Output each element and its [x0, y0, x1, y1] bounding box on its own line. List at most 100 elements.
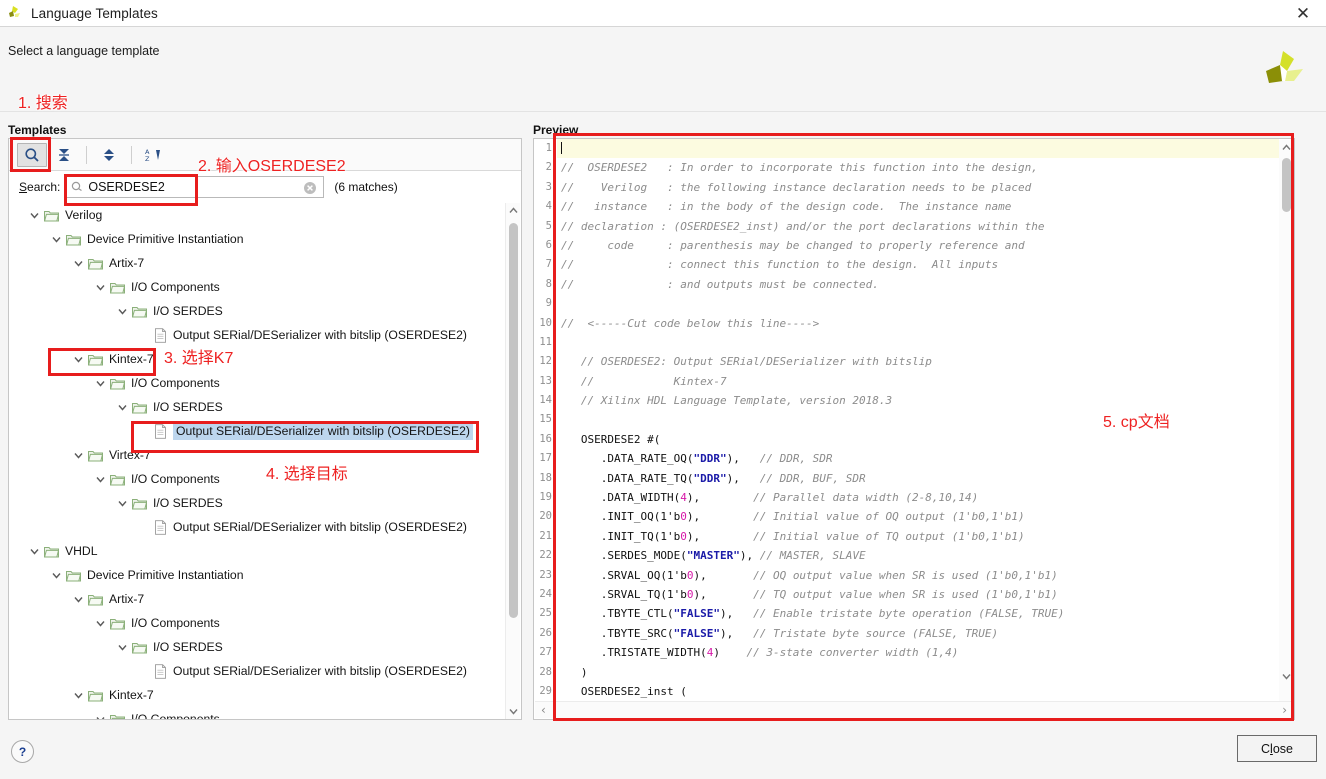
code-token-plain: .SERDES_MODE( [561, 549, 687, 563]
chevron-down-icon[interactable] [28, 209, 41, 222]
sort-az-button[interactable]: A Z [139, 143, 169, 167]
chevron-down-icon[interactable] [94, 617, 107, 630]
scroll-up-icon[interactable] [506, 203, 521, 218]
preview-scroll-thumb[interactable] [1282, 158, 1291, 212]
chevron-down-icon[interactable] [94, 377, 107, 390]
code-line: OSERDESE2 #( [557, 430, 1279, 449]
help-button[interactable]: ? [11, 740, 34, 763]
chevron-down-icon[interactable] [116, 497, 129, 510]
line-number: 8 [545, 277, 552, 290]
tree-item-template[interactable]: Output SERial/DESerializer with bitslip … [10, 515, 520, 539]
chevron-down-icon[interactable] [94, 713, 107, 719]
tree-item-folder[interactable]: Device Primitive Instantiation [10, 227, 520, 251]
chevron-down-icon[interactable] [94, 281, 107, 294]
code-token-plain: .TBYTE_SRC( [561, 626, 674, 640]
preview-scroll-up-icon[interactable] [1279, 140, 1294, 155]
line-number: 24 [539, 587, 552, 600]
search-toggle-button[interactable] [17, 142, 47, 167]
scroll-down-icon[interactable] [506, 704, 521, 719]
code-token-num: 0 [680, 510, 687, 524]
line-number: 1 [545, 142, 552, 154]
code-token-cmt: // Kintex-7 [561, 374, 727, 388]
tree-item-label: Virtex-7 [109, 448, 151, 462]
tree-item-label: I/O SERDES [153, 496, 223, 510]
tree-item-folder[interactable]: I/O Components [10, 707, 520, 719]
code-token-plain: ), [719, 626, 754, 640]
tree-item-template[interactable]: Output SERial/DESerializer with bitslip … [10, 419, 520, 443]
chevron-down-icon[interactable] [72, 257, 85, 270]
tree-item-folder[interactable]: Virtex-7 [10, 443, 520, 467]
tree-item-folder[interactable]: I/O SERDES [10, 395, 520, 419]
close-button[interactable]: Cl ose [1237, 735, 1317, 762]
code-line: // <-----Cut code below this line----> [557, 314, 1279, 333]
tree-item-folder[interactable]: I/O SERDES [10, 299, 520, 323]
close-button-label-a: C [1261, 741, 1271, 756]
tree-item-folder[interactable]: Artix-7 [10, 251, 520, 275]
code-line: .TRISTATE_WIDTH(4) // 3-state converter … [557, 643, 1279, 662]
tree-item-folder[interactable]: I/O Components [10, 275, 520, 299]
chevron-down-icon[interactable] [50, 233, 63, 246]
tree-item-folder[interactable]: I/O Components [10, 611, 520, 635]
code-token-plain: .INIT_TQ(1'b [561, 529, 681, 543]
tree-item-folder[interactable]: Kintex-7 [10, 683, 520, 707]
code-token-plain: ) [713, 646, 747, 660]
code-token-plain: ), [719, 607, 754, 621]
chevron-down-icon[interactable] [72, 689, 85, 702]
tree-item-template[interactable]: Output SERial/DESerializer with bitslip … [10, 659, 520, 683]
clear-circle-icon[interactable] [303, 181, 317, 195]
line-number: 13 [539, 374, 552, 387]
code-preview[interactable]: // OSERDESE2 : In order to incorporate t… [557, 139, 1279, 702]
search-row: Search: OSERDESE2 (6 matches) [9, 172, 521, 202]
tree-item-template[interactable]: Output SERial/DESerializer with bitslip … [10, 323, 520, 347]
folder-icon [87, 689, 104, 702]
chevron-down-icon[interactable] [50, 569, 63, 582]
search-input[interactable]: OSERDESE2 [66, 176, 325, 198]
tree-vertical-scrollbar[interactable] [505, 203, 520, 719]
tree-item-label: I/O SERDES [153, 640, 223, 654]
tree-item-folder[interactable]: Kintex-7 [10, 347, 520, 371]
code-token-cmt: // OSERDESE2: Output SERial/DESerializer… [561, 355, 932, 369]
expand-all-button[interactable] [94, 143, 124, 167]
tree-scroll-thumb[interactable] [509, 223, 518, 618]
chevron-down-icon[interactable] [72, 449, 85, 462]
tree-item-folder[interactable]: I/O Components [10, 467, 520, 491]
line-number: 25 [539, 607, 552, 620]
dialog-body: Templates Preview A Z Search: OSERDESE2 … [0, 112, 1326, 732]
hscroll-left-icon[interactable]: ‹ [541, 703, 546, 717]
tree-item-folder[interactable]: Device Primitive Instantiation [10, 563, 520, 587]
folder-icon [43, 209, 60, 222]
chevron-down-icon[interactable] [116, 305, 129, 318]
chevron-down-icon[interactable] [116, 401, 129, 414]
close-icon[interactable]: ✕ [1280, 0, 1326, 27]
line-number: 22 [539, 549, 552, 562]
preview-horizontal-scrollbar[interactable]: ‹ › [535, 701, 1293, 718]
line-number: 4 [545, 200, 552, 213]
tree-item-folder[interactable]: I/O SERDES [10, 491, 520, 515]
collapse-all-button[interactable] [49, 143, 79, 167]
line-number: 7 [545, 258, 552, 271]
code-token-plain: .SRVAL_OQ(1'b [561, 568, 687, 582]
tree-item-label: Device Primitive Instantiation [87, 232, 244, 246]
line-number: 15 [539, 413, 552, 426]
tree-item-folder[interactable]: I/O SERDES [10, 635, 520, 659]
chevron-down-icon[interactable] [116, 641, 129, 654]
chevron-down-icon[interactable] [28, 545, 41, 558]
preview-vertical-scrollbar[interactable] [1279, 140, 1293, 702]
chevron-down-icon[interactable] [72, 593, 85, 606]
file-icon [154, 519, 167, 535]
templates-tree[interactable]: Verilog Device Primitive Instantiation Art… [10, 203, 520, 719]
chevron-down-icon[interactable] [94, 473, 107, 486]
tree-item-label: Output SERial/DESerializer with bitslip … [173, 328, 467, 342]
hscroll-right-icon[interactable]: › [1282, 703, 1287, 717]
tree-item-folder[interactable]: I/O Components [10, 371, 520, 395]
code-token-plain: ), [686, 510, 754, 524]
preview-scroll-down-icon[interactable] [1279, 669, 1294, 684]
tree-item-folder[interactable]: Verilog [10, 203, 520, 227]
code-line: // OSERDESE2 : In order to incorporate t… [557, 158, 1279, 177]
tree-item-folder[interactable]: VHDL [10, 539, 520, 563]
tree-item-folder[interactable]: Artix-7 [10, 587, 520, 611]
code-line: .SRVAL_TQ(1'b0), // TQ output value when… [557, 585, 1279, 604]
chevron-down-icon[interactable] [72, 353, 85, 366]
